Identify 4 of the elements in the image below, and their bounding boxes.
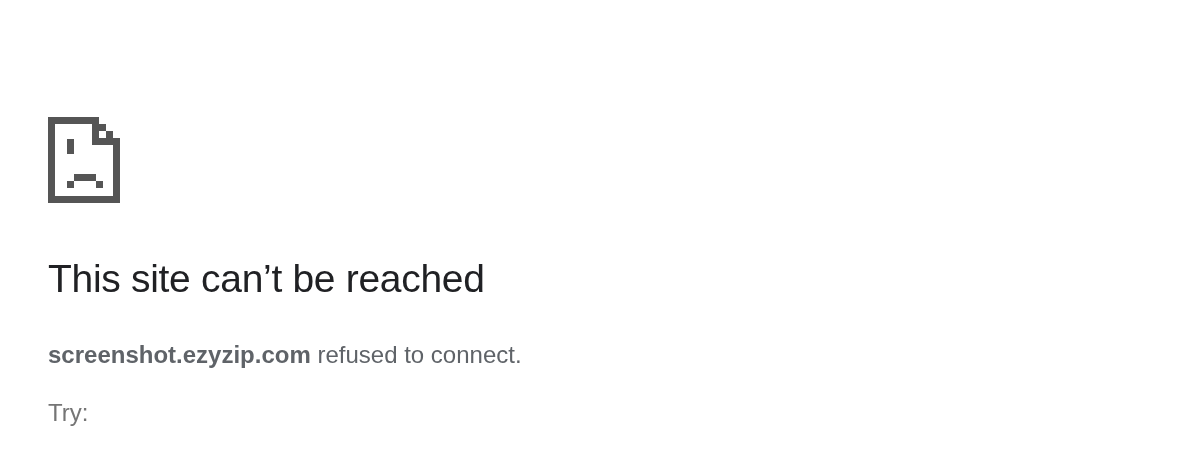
sad-page-icon [48, 117, 120, 203]
error-heading: This site can’t be reached [48, 256, 485, 302]
suggestions-label: Try: [48, 398, 89, 428]
error-message: screenshot.ezyzip.com refused to connect. [48, 340, 522, 370]
